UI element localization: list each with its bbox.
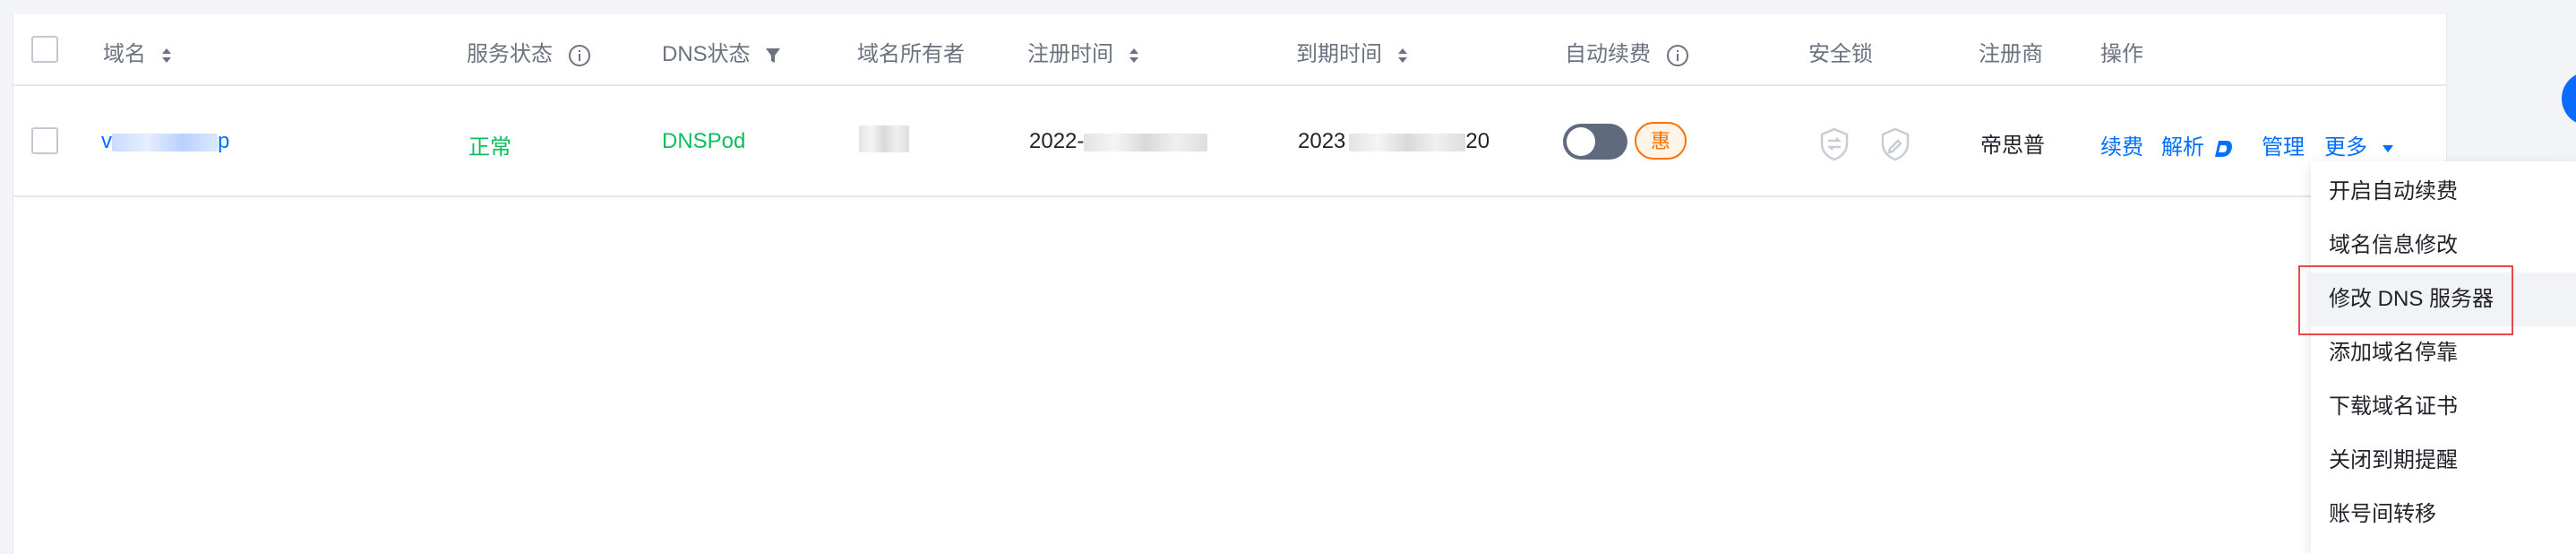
resolve-link[interactable]: 解析 [2161,129,2234,160]
col-security-lock-label: 安全锁 [1808,42,1873,66]
menu-item-download-certificate[interactable]: 下载域名证书 [2311,380,2576,434]
col-dns-status-header: DNS状态 [662,36,781,67]
domain-table-panel: 域名 服务状态 DNS状态 域名所有者 注册时间 到期时间 自动续费 安全锁 注… [13,14,2447,554]
domain-text-end: p [218,129,230,153]
col-registrar-header: 注册商 [1979,36,2043,67]
info-icon[interactable] [1666,44,1689,67]
col-expire-time-label: 到期时间 [1296,42,1382,66]
filter-icon[interactable] [765,47,781,65]
more-actions-menu: 开启自动续费 域名信息修改 修改 DNS 服务器 添加域名停靠 下载域名证书 关… [2311,161,2576,554]
more-dropdown-trigger[interactable]: 更多 [2324,129,2395,160]
discount-badge[interactable]: 惠 [1635,122,1687,160]
reg-time-value: 2022- [1029,129,1208,154]
col-reg-time-header[interactable]: 注册时间 [1027,36,1139,67]
dnspod-logo-icon [2214,140,2232,157]
table-row: vp 正常 DNSPod 2022- 2023 20 惠 帝思普 续费 解析 管理… [13,86,2446,197]
sort-icon[interactable] [161,47,172,65]
sort-icon[interactable] [1129,47,1139,65]
registrar-value: 帝思普 [1980,134,2045,158]
col-expire-time-header[interactable]: 到期时间 [1296,36,1408,67]
table-header: 域名 服务状态 DNS状态 域名所有者 注册时间 到期时间 自动续费 安全锁 注… [13,14,2446,86]
floating-action-button[interactable] [2562,72,2576,126]
col-actions-label: 操作 [2100,42,2143,66]
col-service-status-label: 服务状态 [467,42,553,66]
select-all-checkbox[interactable] [31,36,58,63]
menu-item-account-transfer[interactable]: 账号间转移 [2311,488,2576,541]
highlight-annotation-box [2298,265,2513,335]
redacted-domain [112,133,218,151]
update-lock-icon[interactable] [1880,127,1911,161]
domain-text-start: v [101,129,112,153]
col-owner-header: 域名所有者 [857,36,965,67]
col-dns-status-label: DNS状态 [662,42,751,66]
row-checkbox[interactable] [31,127,58,154]
expire-time-suffix: 20 [1465,129,1490,153]
col-auto-renew-header: 自动续费 [1565,36,1689,67]
col-security-lock-header: 安全锁 [1808,36,1873,67]
redacted-expire-time [1349,133,1466,151]
owner-value [859,126,909,152]
col-service-status-header: 服务状态 [467,36,591,67]
sort-icon[interactable] [1397,47,1408,65]
menu-item-disable-expiry-reminder[interactable]: 关闭到期提醒 [2311,434,2576,488]
col-domain-header[interactable]: 域名 [103,36,172,67]
info-icon[interactable] [568,44,591,67]
redacted-owner [859,126,909,152]
col-owner-label: 域名所有者 [857,42,965,66]
caret-down-icon [2382,144,2393,152]
renew-link[interactable]: 续费 [2100,129,2143,160]
reg-time-text: 2022- [1029,129,1085,153]
col-registrar-label: 注册商 [1979,42,2043,66]
auto-renew-toggle[interactable] [1563,124,1627,160]
menu-item-enable-auto-renew[interactable]: 开启自动续费 [2311,165,2576,219]
transfer-lock-icon[interactable] [1819,127,1850,161]
manage-link[interactable]: 管理 [2262,129,2305,160]
col-actions-header: 操作 [2100,36,2143,67]
more-label: 更多 [2324,135,2367,160]
resolve-label: 解析 [2161,135,2204,160]
expire-time-value: 2023 20 [1298,129,1490,154]
dns-status-value: DNSPod [662,129,746,153]
redacted-reg-time [1084,133,1208,151]
expire-time-prefix: 2023 [1298,129,1346,153]
menu-item-edit-domain-info[interactable]: 域名信息修改 [2311,219,2576,273]
domain-link[interactable]: vp [101,129,229,154]
toggle-knob [1567,127,1595,156]
service-status-value: 正常 [468,135,511,160]
col-auto-renew-label: 自动续费 [1565,42,1651,66]
col-domain-label: 域名 [103,42,146,66]
col-reg-time-label: 注册时间 [1027,42,1113,66]
